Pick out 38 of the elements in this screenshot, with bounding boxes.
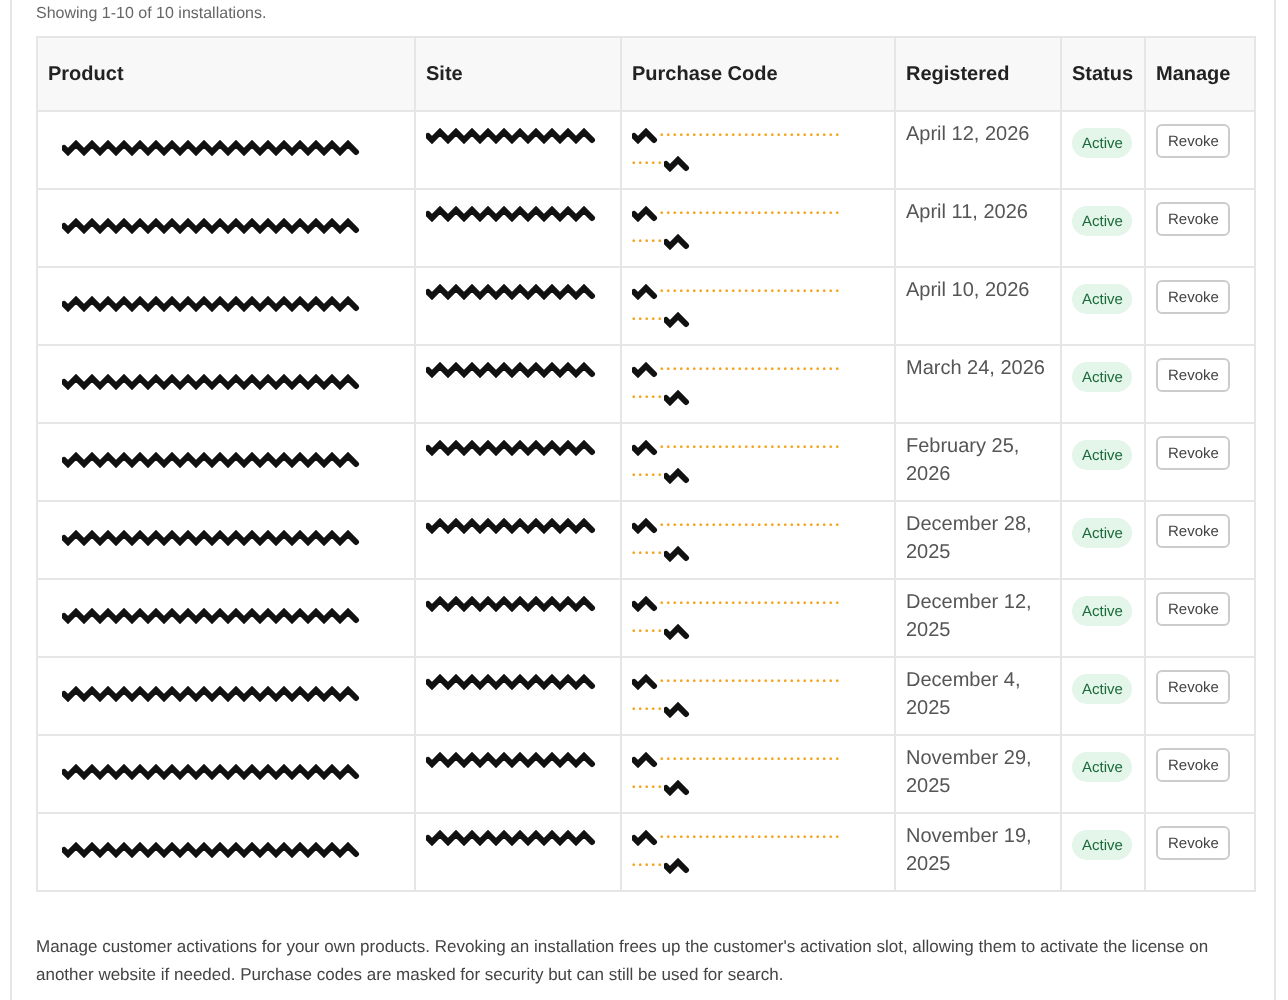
redaction-mark (664, 780, 693, 796)
redaction-mark (632, 128, 660, 144)
redaction-mark (664, 546, 693, 562)
column-header: Manage (1145, 37, 1255, 111)
redaction-mark (632, 596, 660, 612)
registered-date: April 10, 2026 (906, 278, 1032, 306)
column-header: Site (415, 37, 621, 111)
results-summary: Showing 1-10 of 10 installations. (36, 4, 269, 26)
redaction-mark (664, 858, 693, 874)
redaction-mark (632, 284, 660, 300)
redaction-mark (664, 156, 693, 172)
redaction-mark (664, 312, 693, 328)
redaction-mark (664, 468, 693, 484)
redaction-mark (664, 702, 693, 718)
redaction-mark (632, 440, 660, 456)
registered-date: November 19, 2025 (906, 824, 1034, 880)
column-header: Status (1061, 37, 1145, 111)
redaction-mark (632, 518, 660, 534)
redaction-mark (664, 390, 693, 406)
redaction-mark (632, 674, 660, 690)
registered-date: April 11, 2026 (906, 200, 1030, 228)
registered-date: November 29, 2025 (906, 746, 1034, 802)
redaction-mark (664, 624, 693, 640)
column-header: Purchase Code (621, 37, 895, 111)
registered-date: December 4, 2025 (906, 668, 1023, 724)
registered-date: December 28, 2025 (906, 512, 1034, 568)
help-text: Manage customer activations for your own products. Revoking an installation frees up the customer's activation slot, allowing them to activate the license on another website if needed. Purchase codes are masked for security but can still be used for search. (36, 934, 1211, 988)
registered-date: March 24, 2026 (906, 356, 1047, 384)
redaction-mark (664, 234, 693, 250)
redaction-mark (632, 362, 660, 378)
redaction-mark (632, 752, 660, 768)
redaction-mark (632, 830, 660, 846)
registered-date: December 12, 2025 (906, 590, 1034, 646)
registered-date: February 25, 2026 (906, 434, 1022, 490)
column-header: Registered (895, 37, 1061, 111)
column-header: Product (37, 37, 415, 111)
registered-date: April 12, 2026 (906, 122, 1032, 150)
redaction-mark (632, 206, 660, 222)
